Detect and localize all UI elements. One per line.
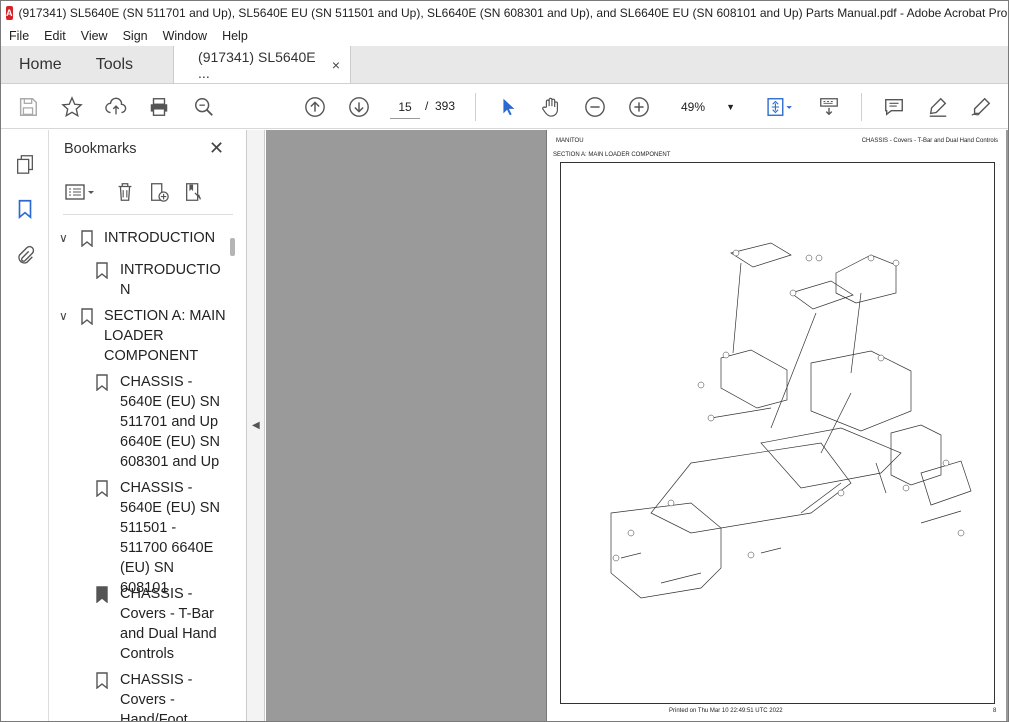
bookmark-label: CHASSIS - 5640E (EU) SN 511501 - 511700 … [120, 480, 220, 596]
chevron-down-icon[interactable]: ∨ [59, 306, 68, 326]
zoom-select[interactable]: 49% ▼ [671, 95, 741, 119]
bookmark-label: INTRODUCTIO N [120, 262, 221, 298]
bookmark-chassis-511701[interactable]: CHASSIS - 5640E (EU) SN 511701 and Up 66… [96, 372, 226, 474]
toolbar-divider [861, 93, 862, 121]
page-down-icon[interactable] [346, 94, 372, 120]
bookmark-chassis-511501[interactable]: CHASSIS - 5640E (EU) SN 511501 - 511700 … [96, 478, 226, 596]
window-title: (917341) SL5640E (SN 511701 and Up), SL5… [18, 6, 1009, 20]
title-bar: A (917341) SL5640E (SN 511701 and Up), S… [1, 1, 1009, 25]
attachments-icon[interactable] [13, 244, 37, 268]
bookmarks-scrollbar[interactable] [230, 238, 235, 256]
menu-file[interactable]: File [1, 29, 36, 43]
bookmarks-panel: Bookmarks ✕ ∨ INTRODUCTION INTRODUCTIO N… [49, 130, 247, 722]
bookmarks-divider [63, 214, 233, 215]
bookmark-introduction[interactable]: ∨ INTRODUCTION [59, 228, 229, 250]
exploded-parts-diagram [610, 242, 972, 599]
bookmark-label: CHASSIS - Covers - Hand/Foot [120, 672, 193, 722]
upload-icon[interactable] [103, 94, 129, 120]
new-bookmark-icon[interactable] [147, 180, 171, 204]
bookmark-icon [96, 374, 108, 391]
acrobat-window: A (917341) SL5640E (SN 511701 and Up), S… [0, 0, 1009, 722]
print-icon[interactable] [146, 94, 172, 120]
page-footer: Printed on Thu Mar 10 22:49:51 UTC 2022 [669, 708, 783, 714]
zoom-out-icon[interactable] [582, 94, 608, 120]
bookmark-chassis-covers-hand-foot[interactable]: CHASSIS - Covers - Hand/Foot [96, 670, 226, 722]
bookmark-label: CHASSIS - 5640E (EU) SN 511701 and Up 66… [120, 374, 220, 470]
tab-document[interactable]: (917341) SL5640E ... × [173, 46, 352, 83]
chevron-down-icon[interactable]: ∨ [59, 228, 68, 248]
zoom-in-icon[interactable] [626, 94, 652, 120]
bookmark-label: SECTION A: MAIN LOADER COMPONENT [104, 308, 226, 364]
bookmark-icon [96, 262, 108, 279]
options-menu-icon[interactable] [63, 180, 99, 204]
star-icon[interactable] [59, 94, 85, 120]
select-cursor-icon[interactable] [495, 94, 521, 120]
scan-icon[interactable] [816, 94, 842, 120]
menu-edit[interactable]: Edit [36, 29, 73, 43]
menu-sign[interactable]: Sign [115, 29, 155, 43]
tab-close-button[interactable]: × [332, 57, 340, 73]
delete-icon[interactable] [113, 180, 137, 204]
page-number-input[interactable]: 15 [390, 95, 420, 119]
bookmark-introduction-child[interactable]: INTRODUCTIO N [96, 260, 226, 302]
navigation-rail [1, 130, 49, 721]
page-header-right: CHASSIS - Covers - T-Bar and Dual Hand C… [861, 138, 998, 144]
close-icon[interactable]: ✕ [209, 138, 224, 159]
toolbar-divider [475, 93, 476, 121]
page-up-icon[interactable] [302, 94, 328, 120]
page-total: 393 [435, 99, 456, 113]
bookmark-chassis-covers-tbar[interactable]: CHASSIS - Covers - T-Bar and Dual Hand C… [96, 584, 226, 666]
zoom-search-icon[interactable] [191, 94, 217, 120]
tab-bar: Home Tools (917341) SL5640E ... × [1, 46, 1008, 84]
menu-bar: File Edit View Sign Window Help [1, 25, 1008, 46]
bookmark-panel-icon[interactable] [13, 197, 37, 221]
document-viewport[interactable]: MANITOU CHASSIS - Covers - T-Bar and Dua… [266, 130, 1008, 721]
hand-icon[interactable] [538, 94, 564, 120]
page-separator: / [425, 99, 429, 113]
menu-window[interactable]: Window [155, 29, 214, 43]
toolbar: 15 / 393 49% ▼ [1, 85, 1008, 129]
pages-thumbnail-icon[interactable] [13, 152, 37, 176]
sign-icon[interactable] [968, 94, 994, 120]
bookmark-icon [96, 586, 108, 603]
find-bookmark-icon[interactable] [182, 180, 206, 204]
panel-splitter[interactable]: ◀ [247, 130, 265, 721]
bookmark-icon [81, 308, 93, 325]
bookmark-label: CHASSIS - Covers - T-Bar and Dual Hand C… [120, 586, 217, 662]
tab-tools[interactable]: Tools [80, 46, 151, 83]
bookmark-label: INTRODUCTION [104, 230, 216, 246]
page-header-left: MANITOU [556, 138, 584, 144]
bookmarks-toolbar [63, 180, 233, 204]
pdf-page: MANITOU CHASSIS - Covers - T-Bar and Dua… [546, 130, 1006, 721]
tab-home[interactable]: Home [1, 46, 80, 83]
tab-document-label: (917341) SL5640E ... [198, 48, 316, 81]
collapse-panel-icon[interactable]: ◀ [252, 420, 260, 431]
zoom-value: 49% [681, 100, 706, 114]
chevron-down-icon: ▼ [726, 102, 735, 112]
fit-page-icon[interactable] [762, 94, 798, 120]
bookmark-section-a[interactable]: ∨ SECTION A: MAIN LOADER COMPONENT [59, 306, 229, 368]
menu-help[interactable]: Help [214, 29, 255, 43]
bookmark-icon [81, 230, 93, 247]
highlight-icon[interactable] [925, 94, 951, 120]
bookmark-icon [96, 480, 108, 497]
comment-icon[interactable] [881, 94, 907, 120]
page-section-title: SECTION A: MAIN LOADER COMPONENT [553, 152, 671, 158]
bookmark-icon [96, 672, 108, 689]
bookmarks-title: Bookmarks [64, 141, 137, 157]
acrobat-app-icon: A [6, 6, 13, 20]
menu-view[interactable]: View [73, 29, 115, 43]
page-number: 8 [993, 708, 997, 714]
save-icon[interactable] [15, 94, 41, 120]
